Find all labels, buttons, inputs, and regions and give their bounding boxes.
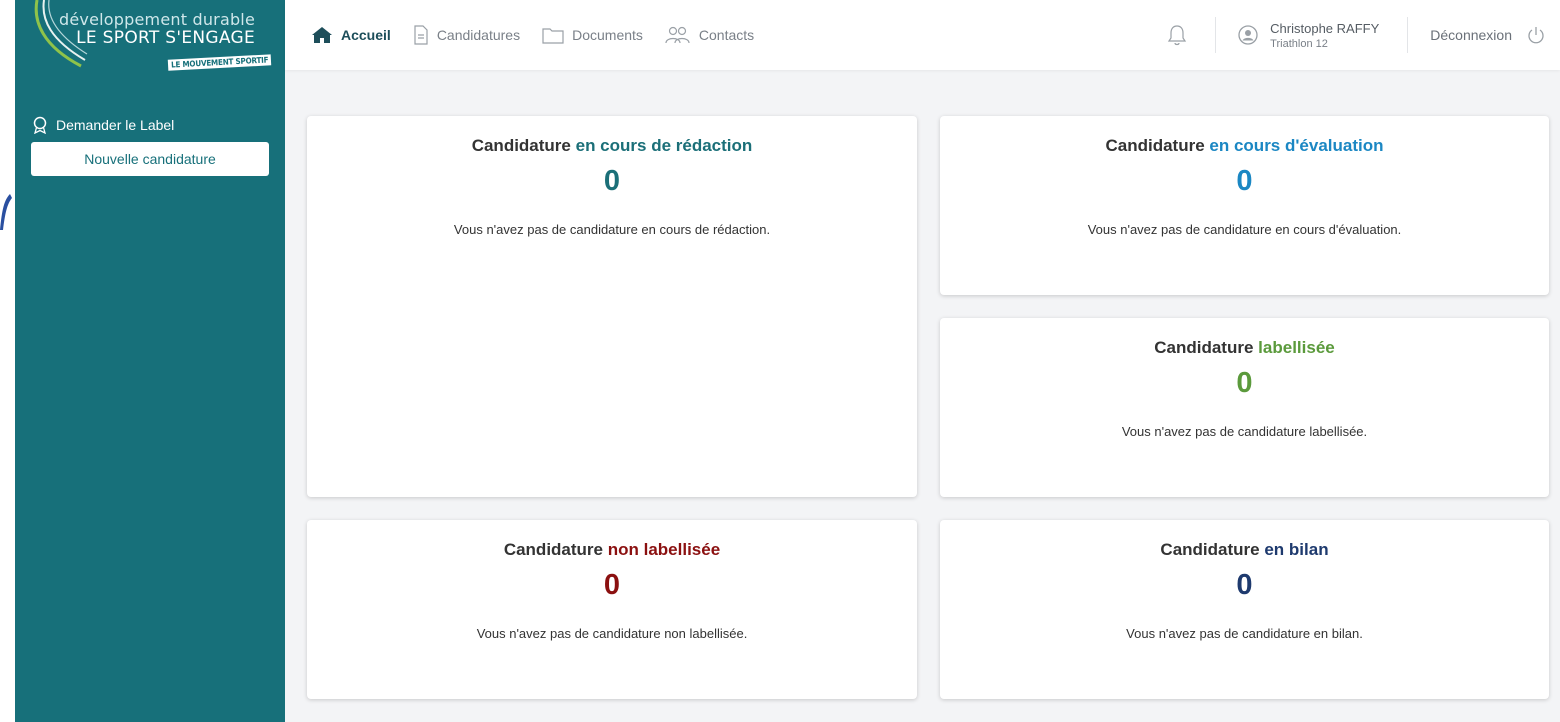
card-status: labellisée bbox=[1258, 338, 1335, 357]
user-menu[interactable]: Christophe RAFFY Triathlon 12 bbox=[1216, 21, 1407, 50]
card-message: Vous n'avez pas de candidature en cours … bbox=[1087, 222, 1402, 237]
card-labelled[interactable]: Candidature labellisée 0 Vous n'avez pas… bbox=[940, 318, 1549, 497]
power-icon bbox=[1528, 27, 1544, 44]
home-icon bbox=[312, 27, 332, 43]
new-application-button[interactable]: Nouvelle candidature bbox=[31, 142, 269, 176]
nav-item-candidatures[interactable]: Candidatures bbox=[413, 25, 520, 45]
contacts-icon bbox=[665, 26, 690, 44]
nav-label: Candidatures bbox=[436, 27, 521, 43]
decorative-brush-mark bbox=[0, 194, 12, 230]
card-title-prefix: Candidature bbox=[503, 540, 603, 559]
bell-icon[interactable] bbox=[1165, 23, 1189, 47]
user-organization: Triathlon 12 bbox=[1270, 37, 1328, 50]
card-title: Candidature en bilan bbox=[940, 540, 1549, 560]
card-title: Candidature labellisée bbox=[940, 338, 1549, 358]
logo-tag: LE MOUVEMENT SPORTIF bbox=[167, 54, 272, 71]
card-not-labelled[interactable]: Candidature non labellisée 0 Vous n'avez… bbox=[307, 520, 917, 699]
user-name: Christophe RAFFY bbox=[1270, 20, 1380, 36]
card-message: Vous n'avez pas de candidature en cours … bbox=[453, 222, 771, 237]
award-icon bbox=[33, 116, 47, 134]
folder-icon bbox=[542, 28, 564, 44]
left-edge-strip bbox=[0, 0, 15, 722]
card-in-review[interactable]: Candidature en bilan 0 Vous n'avez pas d… bbox=[940, 520, 1549, 699]
card-title-prefix: Candidature bbox=[1154, 338, 1254, 357]
logo-subtitle: développement durable bbox=[59, 10, 255, 29]
card-title: Candidature en cours d'évaluation bbox=[940, 136, 1549, 156]
nav-item-documents[interactable]: Documents bbox=[542, 26, 643, 44]
card-status: en bilan bbox=[1264, 540, 1329, 559]
card-message: Vous n'avez pas de candidature en bilan. bbox=[1126, 626, 1363, 641]
sidebar-section-text: Demander le Label bbox=[56, 117, 175, 133]
card-count: 0 bbox=[1236, 367, 1253, 399]
user-info: Christophe RAFFY Triathlon 12 bbox=[1270, 21, 1379, 50]
nav-label: Accueil bbox=[341, 27, 391, 43]
user-avatar-icon bbox=[1238, 25, 1258, 45]
card-evaluation[interactable]: Candidature en cours d'évaluation 0 Vous… bbox=[940, 116, 1549, 295]
card-count: 0 bbox=[1236, 569, 1253, 601]
card-status: en cours de rédaction bbox=[575, 136, 753, 155]
card-title-prefix: Candidature bbox=[1105, 136, 1205, 155]
card-title: Candidature non labellisée bbox=[307, 540, 917, 560]
card-message: Vous n'avez pas de candidature non label… bbox=[476, 626, 748, 641]
nav-label: Documents bbox=[572, 27, 643, 43]
card-status: en cours d'évaluation bbox=[1209, 136, 1384, 155]
sidebar: développement durable LE SPORT S'ENGAGE … bbox=[15, 0, 285, 722]
card-drafting[interactable]: Candidature en cours de rédaction 0 Vous… bbox=[307, 116, 917, 497]
sidebar-section-label: Demander le Label bbox=[32, 116, 174, 134]
logo-title: LE SPORT S'ENGAGE bbox=[76, 28, 255, 48]
nav-label: Contacts bbox=[698, 27, 755, 43]
card-title-prefix: Candidature bbox=[1160, 540, 1260, 559]
card-title-prefix: Candidature bbox=[471, 136, 571, 155]
card-count: 0 bbox=[603, 165, 621, 197]
logout-button[interactable]: Déconnexion bbox=[1408, 25, 1546, 45]
nav-item-contacts[interactable]: Contacts bbox=[665, 26, 754, 44]
card-message: Vous n'avez pas de candidature labellisé… bbox=[1121, 424, 1368, 439]
card-count: 0 bbox=[603, 569, 621, 601]
topbar-right: Christophe RAFFY Triathlon 12 Déconnexio… bbox=[1165, 0, 1546, 70]
top-navigation-bar: Accueil Candidatures Documents Contacts bbox=[285, 0, 1560, 70]
nav-item-accueil[interactable]: Accueil bbox=[311, 26, 391, 44]
document-icon bbox=[414, 25, 428, 45]
logo[interactable]: développement durable LE SPORT S'ENGAGE … bbox=[15, 0, 285, 72]
card-title: Candidature en cours de rédaction bbox=[307, 136, 917, 156]
logout-label: Déconnexion bbox=[1430, 27, 1512, 43]
card-count: 0 bbox=[1236, 165, 1253, 197]
main-nav: Accueil Candidatures Documents Contacts bbox=[311, 0, 754, 70]
card-status: non labellisée bbox=[607, 540, 721, 559]
